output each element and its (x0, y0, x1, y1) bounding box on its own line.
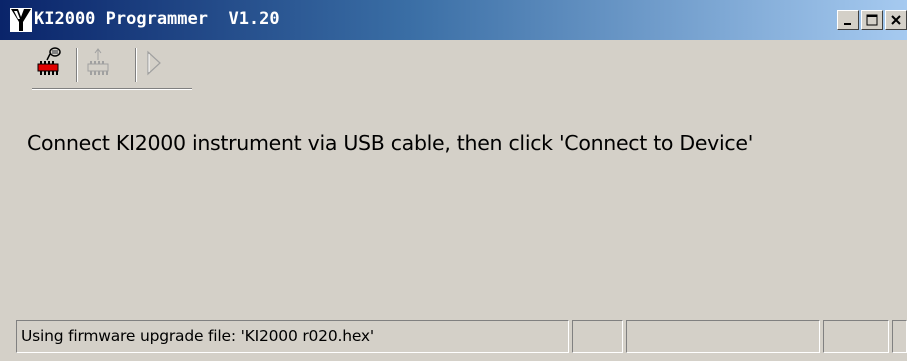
window-controls (835, 10, 907, 30)
play-icon (147, 50, 161, 76)
close-icon (891, 15, 901, 25)
status-panel (892, 320, 907, 353)
chip-connect-icon (37, 47, 61, 75)
minimize-button[interactable] (837, 10, 859, 30)
toolbar (32, 44, 192, 89)
close-button[interactable] (885, 10, 907, 30)
chip-upload-icon (87, 48, 109, 75)
status-bar: Using firmware upgrade file: 'KI2000 r02… (16, 320, 907, 353)
status-panel-main: Using firmware upgrade file: 'KI2000 r02… (16, 320, 569, 353)
status-text: Using firmware upgrade file: 'KI2000 r02… (21, 327, 374, 345)
ki2000-logo-icon[interactable] (10, 8, 32, 32)
status-panel (823, 320, 889, 353)
run-button[interactable] (142, 44, 178, 82)
instruction-message: Connect KI2000 instrument via USB cable,… (27, 131, 754, 155)
title-bar[interactable]: KI2000 Programmer V1.20 (0, 0, 907, 40)
app-window: KI2000 Programmer V1.20 Connect KI2000 i… (0, 0, 907, 361)
maximize-button[interactable] (861, 10, 883, 30)
toolbar-separator (76, 48, 78, 82)
connect-to-device-button[interactable] (32, 44, 68, 82)
toolbar-separator (135, 48, 137, 82)
status-panel (572, 320, 623, 353)
upload-firmware-button[interactable] (82, 44, 118, 82)
status-panel (626, 320, 820, 353)
window-title: KI2000 Programmer V1.20 (34, 9, 280, 29)
maximize-icon (866, 14, 878, 26)
minimize-icon (844, 23, 851, 25)
